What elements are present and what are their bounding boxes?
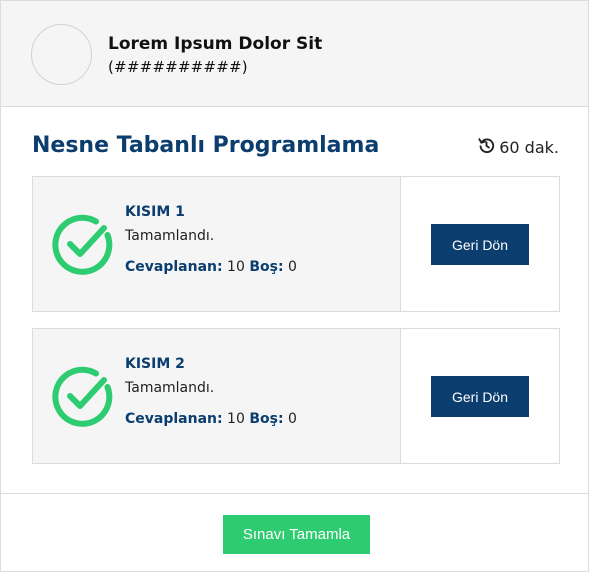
answered-value: 10 [227, 411, 245, 427]
section-title: KISIM 2 [125, 356, 185, 372]
section-actions: Geri Dön [401, 329, 559, 463]
section-title: KISIM 1 [125, 204, 185, 220]
back-button[interactable]: Geri Dön [431, 224, 529, 265]
empty-label: Boş: [249, 411, 284, 427]
section-stats: Cevaplanan: 10 Boş: 0 [125, 259, 297, 275]
footer-divider [1, 493, 588, 494]
section-card: KISIM 1 Tamamlandı. Cevaplanan: 10 Boş: … [32, 176, 560, 312]
answered-label: Cevaplanan: [125, 259, 223, 275]
history-icon [477, 136, 499, 159]
answered-label: Cevaplanan: [125, 411, 223, 427]
back-button[interactable]: Geri Dön [431, 376, 529, 417]
section-info: KISIM 1 Tamamlandı. Cevaplanan: 10 Boş: … [33, 177, 401, 311]
exam-duration: 60 dak. [477, 136, 559, 159]
empty-value: 0 [288, 411, 297, 427]
answered-value: 10 [227, 259, 245, 275]
empty-value: 0 [288, 259, 297, 275]
section-stats: Cevaplanan: 10 Boş: 0 [125, 411, 297, 427]
section-actions: Geri Dön [401, 177, 559, 311]
user-id: (##########) [108, 58, 248, 76]
exam-title: Nesne Tabanlı Programlama [32, 133, 380, 158]
check-circle-icon [52, 213, 114, 275]
empty-label: Boş: [249, 259, 284, 275]
section-status: Tamamlandı. [125, 380, 215, 396]
user-name: Lorem Ipsum Dolor Sit [108, 34, 323, 54]
duration-label: 60 dak. [499, 138, 559, 157]
exam-panel: Lorem Ipsum Dolor Sit (##########) Nesne… [0, 0, 589, 572]
avatar [31, 24, 92, 85]
section-info: KISIM 2 Tamamlandı. Cevaplanan: 10 Boş: … [33, 329, 401, 463]
section-card: KISIM 2 Tamamlandı. Cevaplanan: 10 Boş: … [32, 328, 560, 464]
section-status: Tamamlandı. [125, 228, 215, 244]
check-circle-icon [52, 365, 114, 427]
user-header: Lorem Ipsum Dolor Sit (##########) [1, 1, 588, 107]
finish-exam-button[interactable]: Sınavı Tamamla [223, 515, 370, 554]
